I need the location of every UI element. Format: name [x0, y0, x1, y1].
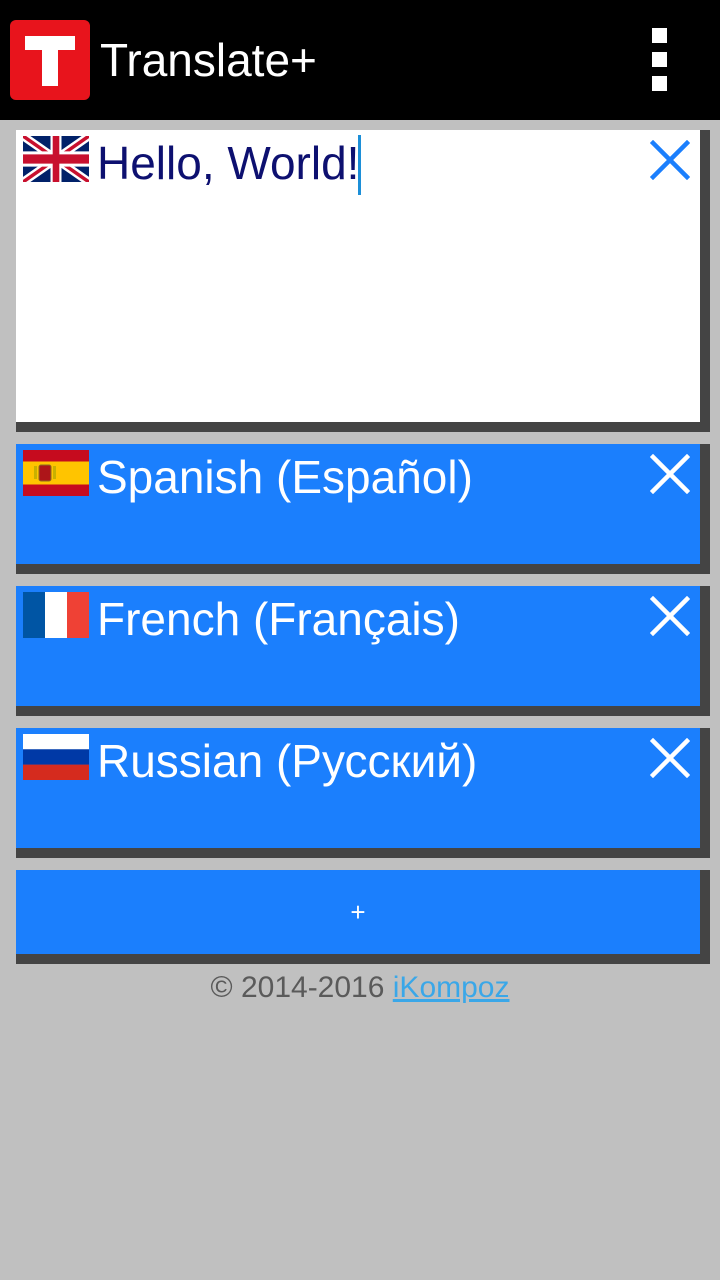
- target-language-label: Russian (Русский): [97, 735, 478, 787]
- app-title: Translate+: [100, 34, 317, 86]
- target-language-card-russian[interactable]: Russian (Русский): [16, 728, 710, 858]
- copyright-text: © 2014-2016: [210, 971, 385, 1004]
- overflow-menu-icon[interactable]: [640, 24, 680, 96]
- source-text-card[interactable]: Hello, World!: [16, 130, 710, 432]
- france-flag-icon[interactable]: [23, 592, 89, 638]
- target-language-card-spanish[interactable]: Spanish (Español): [16, 444, 710, 574]
- add-language-label: +: [350, 897, 366, 927]
- app-bar: Translate+: [0, 0, 720, 120]
- translate-plus-logo-icon: [10, 20, 90, 100]
- source-text-input[interactable]: Hello, World!: [97, 132, 362, 195]
- add-language-button[interactable]: +: [16, 870, 710, 964]
- uk-flag-icon[interactable]: [23, 136, 89, 182]
- close-icon[interactable]: [650, 738, 690, 778]
- ikompoz-link[interactable]: iKompoz: [393, 971, 510, 1004]
- target-language-label: Spanish (Español): [97, 451, 473, 503]
- footer-copyright: © 2014-2016 iKompoz: [0, 966, 720, 1010]
- close-icon[interactable]: [650, 596, 690, 636]
- target-language-card-french[interactable]: French (Français): [16, 586, 710, 716]
- russia-flag-icon[interactable]: [23, 734, 89, 780]
- close-icon[interactable]: [650, 140, 690, 180]
- close-icon[interactable]: [650, 454, 690, 494]
- spain-flag-icon[interactable]: [23, 450, 89, 496]
- target-language-label: French (Français): [97, 593, 460, 645]
- text-cursor: [358, 134, 362, 195]
